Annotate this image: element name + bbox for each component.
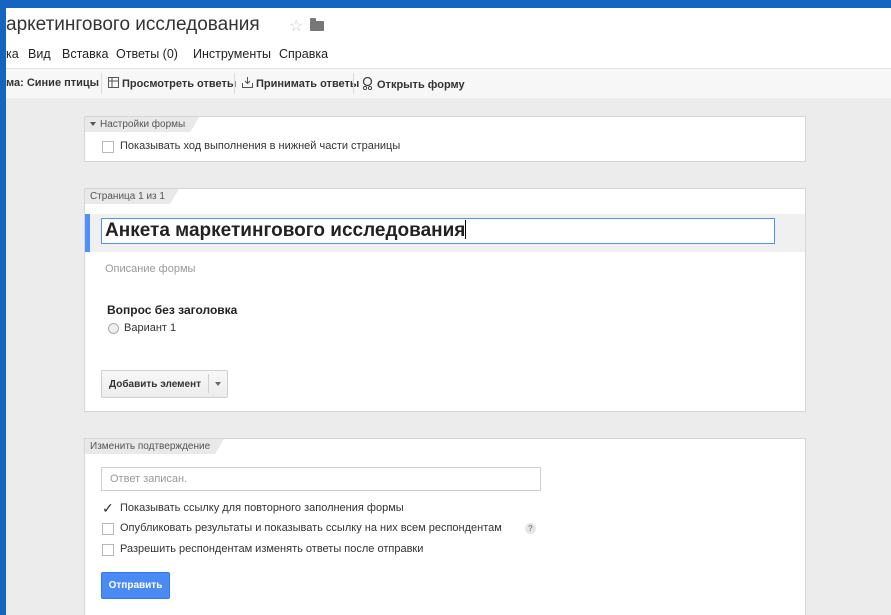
- accept-responses-button[interactable]: Принимать ответы: [242, 77, 359, 90]
- menu-file[interactable]: ка: [6, 47, 19, 61]
- toolbar-divider: [234, 73, 235, 94]
- accept-responses-label: Принимать ответы: [256, 78, 360, 90]
- open-form-label: Открыть форму: [377, 79, 465, 91]
- open-form-button[interactable]: Открыть форму: [361, 76, 465, 91]
- star-icon[interactable]: ☆: [289, 16, 303, 36]
- form-settings-card: Настройки формы Показывать ход выполнени…: [84, 116, 806, 162]
- form-settings-label: Настройки формы: [100, 119, 186, 130]
- form-description-field[interactable]: Описание формы: [105, 263, 195, 275]
- question-title[interactable]: Вопрос без заголовка: [107, 303, 237, 317]
- document-title[interactable]: аркетингового исследования: [6, 14, 260, 36]
- page-card: Страница 1 из 1 Анкета маркетингового ис…: [84, 188, 806, 412]
- page-number-tag: Страница 1 из 1: [85, 189, 179, 204]
- toolbar: ма: Синие птицы Просмотреть ответы Прини…: [6, 68, 891, 99]
- add-element-button[interactable]: Добавить элемент: [101, 370, 228, 398]
- theme-button[interactable]: ма: Синие птицы: [6, 77, 99, 89]
- text-caret: [465, 220, 467, 239]
- option-radio[interactable]: [108, 323, 119, 334]
- link-icon: [362, 76, 373, 91]
- resubmit-label: Показывать ссылку для повторного заполне…: [120, 502, 404, 514]
- allow-edit-label: Разрешить респондентам изменять ответы п…: [120, 543, 424, 555]
- title-bar: аркетингового исследования ☆: [6, 8, 891, 42]
- menu-help[interactable]: Справка: [279, 47, 328, 61]
- submit-button[interactable]: Отправить: [101, 572, 170, 599]
- form-title-section: Анкета маркетингового исследования: [85, 214, 805, 252]
- confirmation-tag: Изменить подтверждение: [85, 439, 224, 454]
- toolbar-divider: [353, 73, 354, 94]
- menu-view[interactable]: Вид: [28, 47, 51, 61]
- menu-insert[interactable]: Вставка: [62, 47, 108, 61]
- forms-editor-window: аркетингового исследования ☆ ка Вид Вста…: [6, 8, 891, 615]
- editor-canvas: Настройки формы Показывать ход выполнени…: [6, 98, 891, 615]
- help-icon[interactable]: ?: [525, 523, 536, 534]
- form-settings-tag[interactable]: Настройки формы: [85, 117, 199, 132]
- show-progress-checkbox[interactable]: [102, 141, 114, 153]
- button-divider: [208, 374, 209, 393]
- form-title-input[interactable]: Анкета маркетингового исследования: [101, 218, 775, 244]
- add-element-label: Добавить элемент: [109, 379, 202, 390]
- toolbar-divider: [101, 73, 102, 94]
- resubmit-checkbox[interactable]: ✓: [102, 501, 114, 515]
- form-title-text: Анкета маркетингового исследования: [105, 220, 466, 241]
- download-icon: [242, 77, 253, 88]
- confirmation-card: Изменить подтверждение Ответ записан. ✓ …: [84, 438, 806, 615]
- chevron-down-icon[interactable]: [215, 382, 221, 386]
- publish-results-checkbox[interactable]: [102, 523, 114, 535]
- menu-responses[interactable]: Ответы (0): [116, 47, 178, 61]
- option-label[interactable]: Вариант 1: [124, 322, 176, 334]
- show-progress-label: Показывать ход выполнения в нижней части…: [120, 140, 401, 152]
- menu-tools[interactable]: Инструменты: [193, 47, 271, 61]
- allow-edit-checkbox[interactable]: [102, 544, 114, 556]
- publish-results-label: Опубликовать результаты и показывать ссы…: [120, 522, 502, 534]
- collapse-arrow-icon: [90, 122, 96, 126]
- active-section-indicator: [85, 214, 90, 252]
- table-icon: [108, 77, 119, 88]
- menu-bar: ка Вид Вставка Ответы (0) Инструменты Сп…: [6, 42, 891, 68]
- view-responses-button[interactable]: Просмотреть ответы: [108, 77, 236, 90]
- confirmation-message-input[interactable]: Ответ записан.: [101, 467, 541, 491]
- view-responses-label: Просмотреть ответы: [122, 78, 237, 90]
- folder-icon[interactable]: [310, 18, 324, 31]
